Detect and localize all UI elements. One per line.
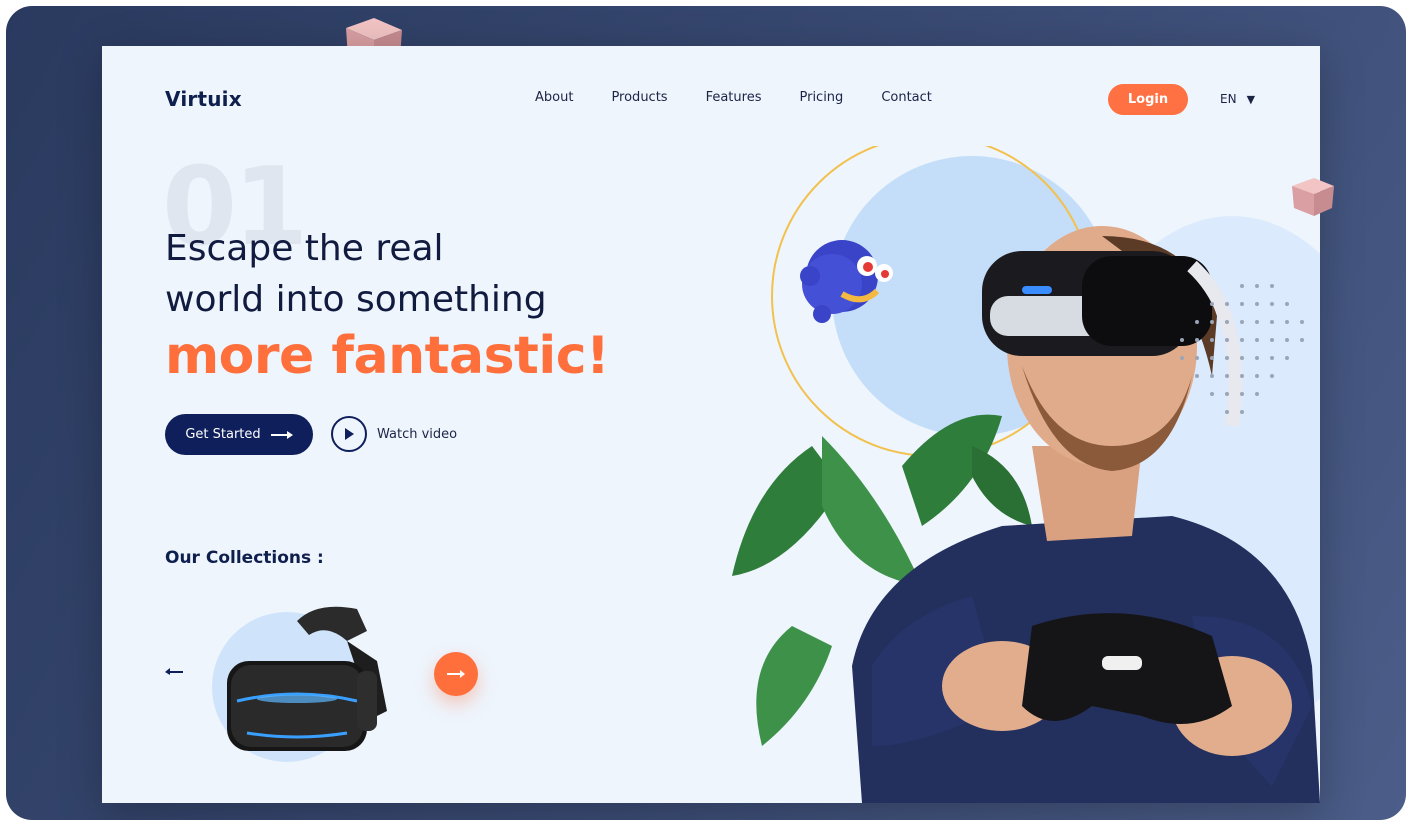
collections-title: Our Collections :	[165, 548, 324, 568]
arrow-right-icon	[447, 670, 465, 678]
floating-cube-icon	[1292, 178, 1334, 216]
watch-video-button[interactable]: Watch video	[331, 416, 457, 452]
vr-gamer-hero-image	[732, 146, 1320, 803]
arrow-left-icon[interactable]	[165, 666, 183, 676]
vr-headset-product-image[interactable]	[217, 601, 407, 761]
get-started-label: Get Started	[185, 427, 261, 442]
play-icon	[331, 416, 367, 452]
hero-heading-line1: Escape the real	[165, 228, 444, 269]
login-button[interactable]: Login	[1108, 84, 1188, 115]
next-collection-button[interactable]	[434, 652, 478, 696]
landing-page: Virtuix About Products Features Pricing …	[102, 46, 1320, 803]
arrow-right-icon	[270, 430, 293, 439]
nav-about[interactable]: About	[535, 90, 573, 105]
nav-features[interactable]: Features	[706, 90, 762, 105]
main-nav: About Products Features Pricing Contact	[535, 90, 970, 105]
hero-heading-highlight: more fantastic!	[165, 326, 610, 386]
language-label: EN	[1220, 92, 1237, 106]
nav-pricing[interactable]: Pricing	[799, 90, 843, 105]
dot-pattern	[1180, 284, 1304, 414]
caret-down-icon: ▼	[1246, 92, 1256, 106]
get-started-button[interactable]: Get Started	[165, 414, 313, 455]
watch-video-label: Watch video	[377, 426, 458, 442]
screenshot-frame: Virtuix About Products Features Pricing …	[6, 6, 1406, 820]
language-selector[interactable]: EN ▼	[1220, 92, 1255, 106]
nav-contact[interactable]: Contact	[881, 90, 932, 105]
hero-heading-line2: world into something	[165, 279, 547, 320]
brand-logo[interactable]: Virtuix	[165, 87, 242, 111]
nav-products[interactable]: Products	[611, 90, 667, 105]
